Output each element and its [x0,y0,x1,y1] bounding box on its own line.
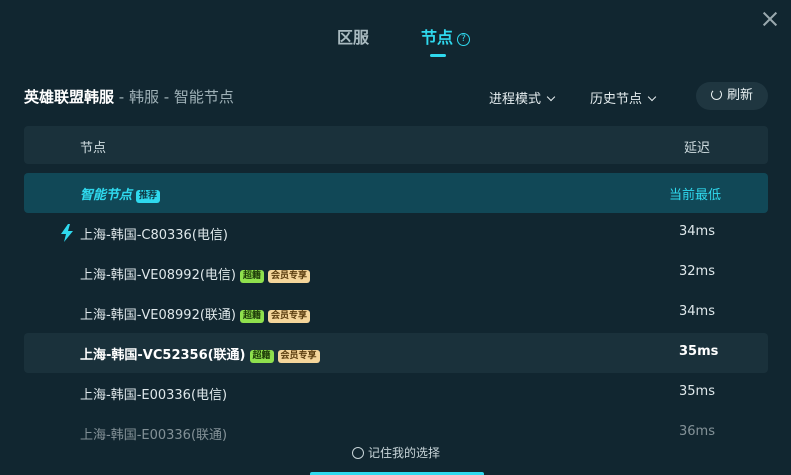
help-icon[interactable]: ? [457,33,471,46]
node-latency: 当前最低 [669,188,722,203]
close-icon[interactable] [761,10,779,28]
remember-choice-checkbox[interactable]: 记住我的选择 [352,444,440,461]
table-row-smart-node[interactable]: 智能节点 推荐 当前最低 [24,173,768,213]
recommend-badge: 推荐 [136,190,161,203]
mode-dropdown-label: 进程模式 [489,92,542,107]
header-latency: 延迟 [684,141,711,156]
node-name: 上海-韩国-VE08992(电信) [80,268,236,283]
node-name: 上海-韩国-E00336(联通) [80,428,228,443]
node-latency: 34ms [679,304,715,319]
game-name: 英雄联盟韩服 [24,88,115,106]
history-dropdown-label: 历史节点 [590,92,643,107]
node-latency: 34ms [679,224,715,239]
remember-choice-label: 记住我的选择 [368,446,441,460]
member-badge: 会员专享 [277,350,320,363]
radio-icon [352,447,364,459]
tab-region[interactable]: 区服 [337,24,369,48]
node-name: 智能节点 [80,188,133,203]
node-latency: 36ms [679,424,715,439]
node-latency: 35ms [679,344,719,359]
history-dropdown[interactable]: 历史节点 [590,88,657,107]
node-name: 上海-韩国-VE08992(联通) [80,308,236,323]
tab-node-label: 节点 [421,28,454,47]
chevron-down-icon [546,92,556,102]
node-name: 上海-韩国-E00336(电信) [80,388,228,403]
super-badge: 超籍 [249,350,274,363]
active-tab-indicator [430,54,446,57]
member-badge: 会员专享 [268,310,311,323]
node-table: 节点 延迟 智能节点 推荐 当前最低 上海-韩国-C80336(电信) 34ms … [24,126,768,453]
node-latency: 35ms [679,384,715,399]
table-row[interactable]: 上海-韩国-C80336(电信) 34ms [24,213,768,253]
node-name: 上海-韩国-C80336(电信) [80,228,228,243]
mode-dropdown[interactable]: 进程模式 [489,88,556,107]
header-node: 节点 [80,141,107,156]
node-name: 上海-韩国-VC52356(联通) [80,348,246,363]
tab-bar: 区服 节点? [0,24,791,60]
table-row[interactable]: 上海-韩国-E00336(电信) 35ms [24,373,768,413]
refresh-label: 刷新 [726,88,753,103]
server-path: - 韩服 - 智能节点 [114,88,234,106]
refresh-icon [710,89,722,100]
tab-node[interactable]: 节点? [421,24,471,48]
table-row[interactable]: 上海-韩国-VE08992(电信) 超籍 会员专享 32ms [24,253,768,293]
member-badge: 会员专享 [268,270,311,283]
table-header: 节点 延迟 [24,126,768,164]
super-badge: 超籍 [240,270,265,283]
node-latency: 32ms [679,264,715,279]
tab-region-label: 区服 [337,28,370,47]
chevron-down-icon [647,92,657,102]
lightning-icon [61,224,73,242]
refresh-button[interactable]: 刷新 [696,82,768,110]
super-badge: 超籍 [240,310,265,323]
page-title: 英雄联盟韩服 - 韩服 - 智能节点 [24,86,234,107]
table-row[interactable]: 上海-韩国-VE08992(联通) 超籍 会员专享 34ms [24,293,768,333]
table-row[interactable]: 上海-韩国-VC52356(联通) 超籍 会员专享 35ms [24,333,768,373]
